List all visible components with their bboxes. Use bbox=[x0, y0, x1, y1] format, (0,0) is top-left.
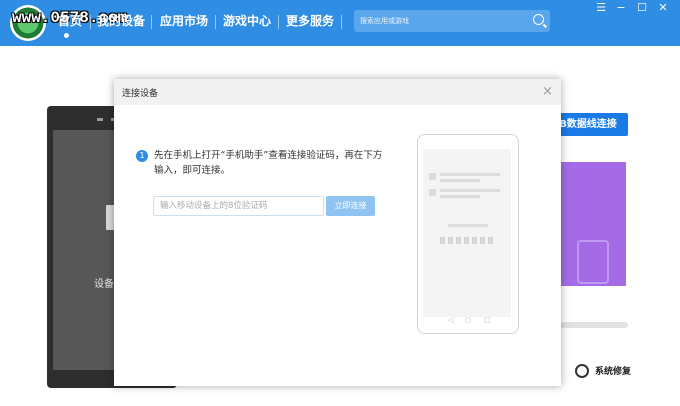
nav-item-home[interactable]: 首页 bbox=[58, 12, 82, 29]
window-close-icon[interactable]: ✕ bbox=[656, 1, 670, 14]
code-caption-line bbox=[448, 224, 488, 227]
nav-item-app-market[interactable]: 应用市场 bbox=[160, 12, 208, 29]
list-line bbox=[440, 173, 500, 176]
device-label: 设备 bbox=[94, 279, 114, 290]
code-digits-placeholder bbox=[440, 237, 496, 244]
close-icon[interactable]: × bbox=[542, 85, 553, 98]
nav-item-more-services[interactable]: 更多服务 bbox=[286, 12, 334, 29]
list-item-icon bbox=[429, 189, 436, 196]
search-box[interactable] bbox=[354, 10, 550, 32]
banner-graphic-icon bbox=[577, 240, 609, 284]
nav-divider bbox=[151, 15, 152, 29]
back-icon: ◁ bbox=[448, 316, 454, 324]
search-icon[interactable] bbox=[533, 14, 544, 25]
list-line bbox=[440, 179, 480, 182]
dialog-header: 连接设备 × bbox=[114, 79, 561, 105]
list-item-icon bbox=[429, 173, 436, 180]
list-line bbox=[440, 189, 500, 192]
recents-icon: □ bbox=[484, 316, 491, 324]
system-repair-label[interactable]: 系统修复 bbox=[595, 364, 631, 377]
menu-icon[interactable]: ☰ bbox=[594, 1, 608, 14]
nav-divider bbox=[278, 15, 279, 29]
speaker-icon bbox=[97, 118, 103, 121]
verification-code-input[interactable] bbox=[153, 196, 324, 216]
connect-device-dialog: 连接设备 × 1 先在手机上打开“手机助手”查看连接验证码，再在下方输入，即可连… bbox=[114, 79, 561, 386]
connect-now-button[interactable]: 立即连接 bbox=[326, 196, 375, 216]
nav-divider bbox=[341, 15, 342, 29]
home-icon: ○ bbox=[465, 316, 472, 324]
instruction-text: 先在手机上打开“手机助手”查看连接验证码，再在下方输入，即可连接。 bbox=[154, 150, 383, 176]
nav-item-my-devices[interactable]: 我的设备 bbox=[97, 12, 145, 29]
list-line bbox=[440, 195, 480, 198]
gear-icon[interactable] bbox=[575, 364, 589, 378]
active-nav-indicator bbox=[64, 33, 69, 38]
nav-divider bbox=[215, 15, 216, 29]
maximize-icon[interactable]: ☐ bbox=[635, 1, 649, 14]
progress-bar bbox=[560, 322, 628, 328]
search-input[interactable] bbox=[360, 13, 520, 29]
nav-divider bbox=[90, 15, 91, 29]
dialog-title: 连接设备 bbox=[122, 89, 159, 99]
nav-item-game-center[interactable]: 游戏中心 bbox=[223, 12, 271, 29]
minimize-icon[interactable]: − bbox=[614, 1, 628, 14]
step-badge: 1 bbox=[136, 150, 148, 162]
